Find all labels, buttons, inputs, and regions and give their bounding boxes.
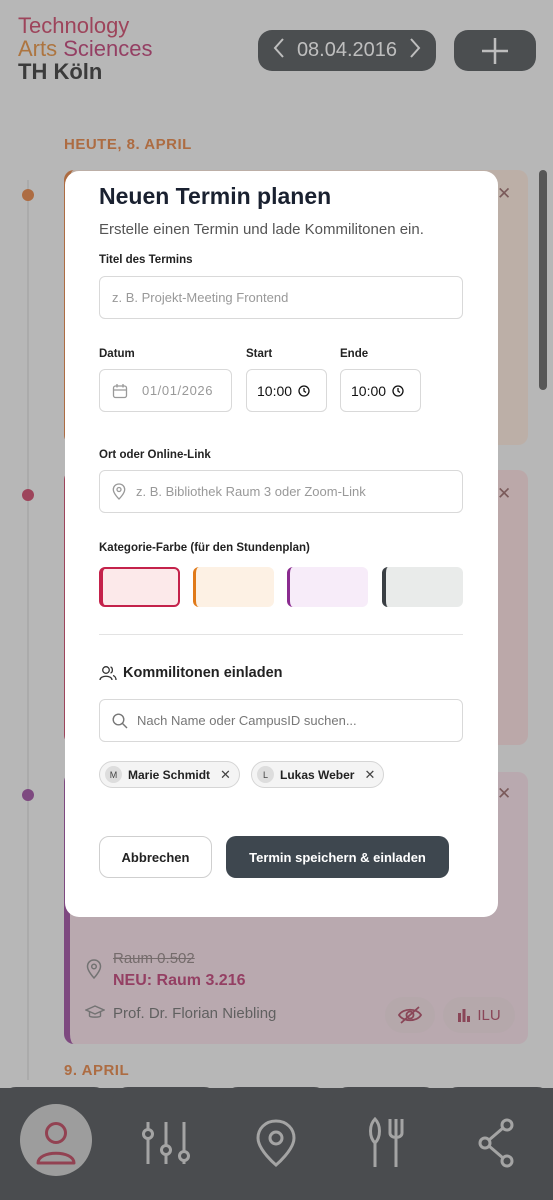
category-label: Kategorie-Farbe (für den Stundenplan) [99, 542, 310, 554]
search-icon [112, 712, 128, 728]
clock-icon [392, 384, 404, 397]
divider [99, 634, 463, 635]
title-input[interactable]: z. B. Projekt-Meeting Frontend [99, 276, 463, 319]
location-pin-icon [112, 483, 126, 500]
new-appointment-dialog: ✕ Neuen Termin planen Erstelle einen Ter… [65, 171, 498, 917]
clock-icon [298, 384, 310, 397]
start-time-input[interactable]: 10:00 [246, 369, 327, 412]
end-time-input[interactable]: 10:00 [340, 369, 421, 412]
remove-invitee-icon[interactable]: ✕ [220, 767, 231, 783]
date-input[interactable]: 01/01/2026 [99, 369, 232, 412]
start-label: Start [246, 348, 273, 360]
location-input[interactable]: z. B. Bibliothek Raum 3 oder Zoom-Link [99, 470, 463, 513]
remove-invitee-icon[interactable]: ✕ [364, 767, 375, 783]
cancel-button[interactable]: Abbrechen [99, 836, 212, 878]
title-label: Titel des Termins [99, 254, 193, 266]
invitee-chip: L Lukas Weber ✕ [251, 761, 385, 788]
save-and-invite-button[interactable]: Termin speichern & einladen [226, 836, 449, 878]
location-label: Ort oder Online-Link [99, 449, 211, 461]
avatar: M [105, 766, 122, 783]
close-icon[interactable]: ✕ [497, 784, 511, 804]
dialog-subtitle: Erstelle einen Termin und lade Kommilito… [99, 221, 424, 238]
color-option-gray[interactable] [382, 567, 463, 607]
end-label: Ende [340, 348, 369, 360]
color-option-orange[interactable] [193, 567, 274, 607]
close-icon[interactable]: ✕ [497, 484, 511, 504]
users-icon [99, 665, 117, 686]
avatar: L [257, 766, 274, 783]
color-option-purple[interactable] [287, 567, 368, 607]
date-label: Datum [99, 348, 135, 360]
invitee-chip: M Marie Schmidt ✕ [99, 761, 240, 788]
invitee-search-input[interactable]: Nach Name oder CampusID suchen... [99, 699, 463, 742]
color-option-red[interactable] [99, 567, 180, 607]
dialog-title: Neuen Termin planen [99, 183, 332, 209]
close-icon[interactable]: ✕ [497, 184, 511, 204]
invite-heading: Kommilitonen einladen [123, 665, 283, 681]
calendar-icon [112, 383, 128, 398]
